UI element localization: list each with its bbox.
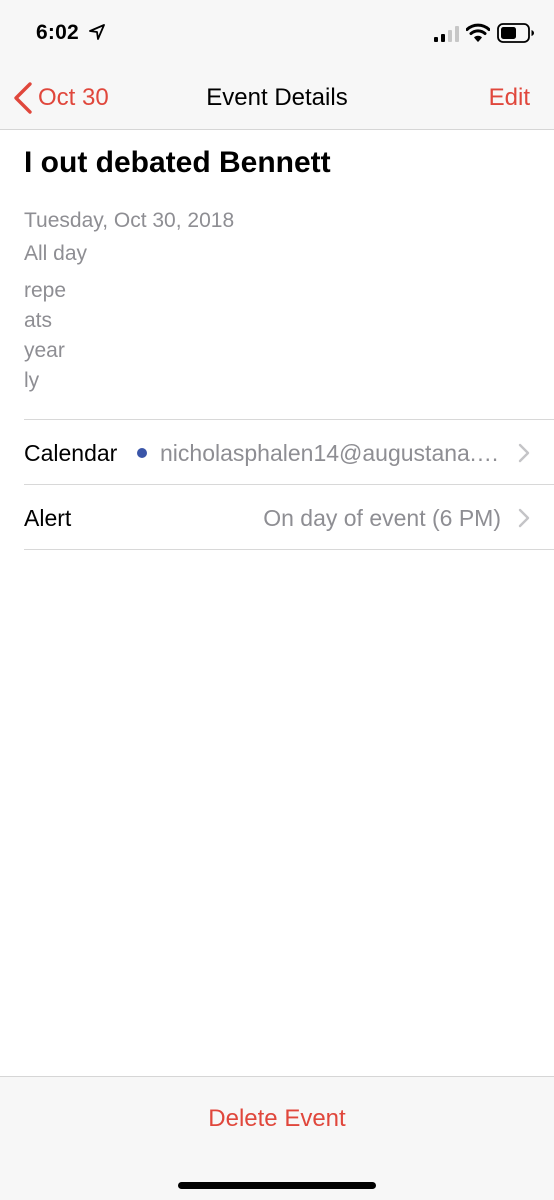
status-time: 6:02 (36, 21, 79, 44)
cellular-signal-icon (434, 26, 459, 42)
event-date: Tuesday, Oct 30, 2018 (24, 209, 235, 232)
event-title: I out debated Bennett (24, 146, 331, 179)
status-bar: 6:02 (0, 0, 554, 66)
divider (24, 549, 554, 550)
delete-event-button[interactable]: Delete Event (0, 1105, 554, 1133)
alert-value: On day of event (6 PM) (263, 505, 501, 531)
chevron-right-icon (518, 443, 530, 463)
event-repeat-line: repe (24, 279, 67, 302)
alert-row[interactable]: Alert On day of event (6 PM) (24, 485, 554, 549)
event-repeat: repe ats year ly (24, 276, 84, 396)
event-repeat-line: ly (24, 369, 40, 392)
home-indicator[interactable] (178, 1182, 376, 1189)
calendar-row[interactable]: Calendar nicholasphalen14@augustana.edu (24, 420, 554, 484)
event-repeat-line: ats (24, 309, 53, 332)
calendar-value: nicholasphalen14@augustana.edu (160, 440, 506, 466)
alert-label: Alert (24, 505, 72, 531)
event-details-screen: 6:02 Oct 30 Event Details Edit I out deb… (0, 0, 554, 1200)
wifi-icon (466, 23, 490, 42)
chevron-right-icon (518, 508, 530, 528)
navigation-bar: Oct 30 Event Details Edit (0, 66, 554, 130)
event-time: All day (24, 242, 88, 265)
event-repeat-line: year (24, 339, 65, 362)
battery-icon (497, 23, 534, 43)
bottom-toolbar: Delete Event (0, 1076, 554, 1200)
location-arrow-icon (89, 24, 105, 40)
calendar-color-dot (137, 448, 147, 458)
edit-button[interactable]: Edit (489, 84, 530, 112)
calendar-label: Calendar (24, 440, 118, 466)
page-title: Event Details (206, 84, 348, 111)
